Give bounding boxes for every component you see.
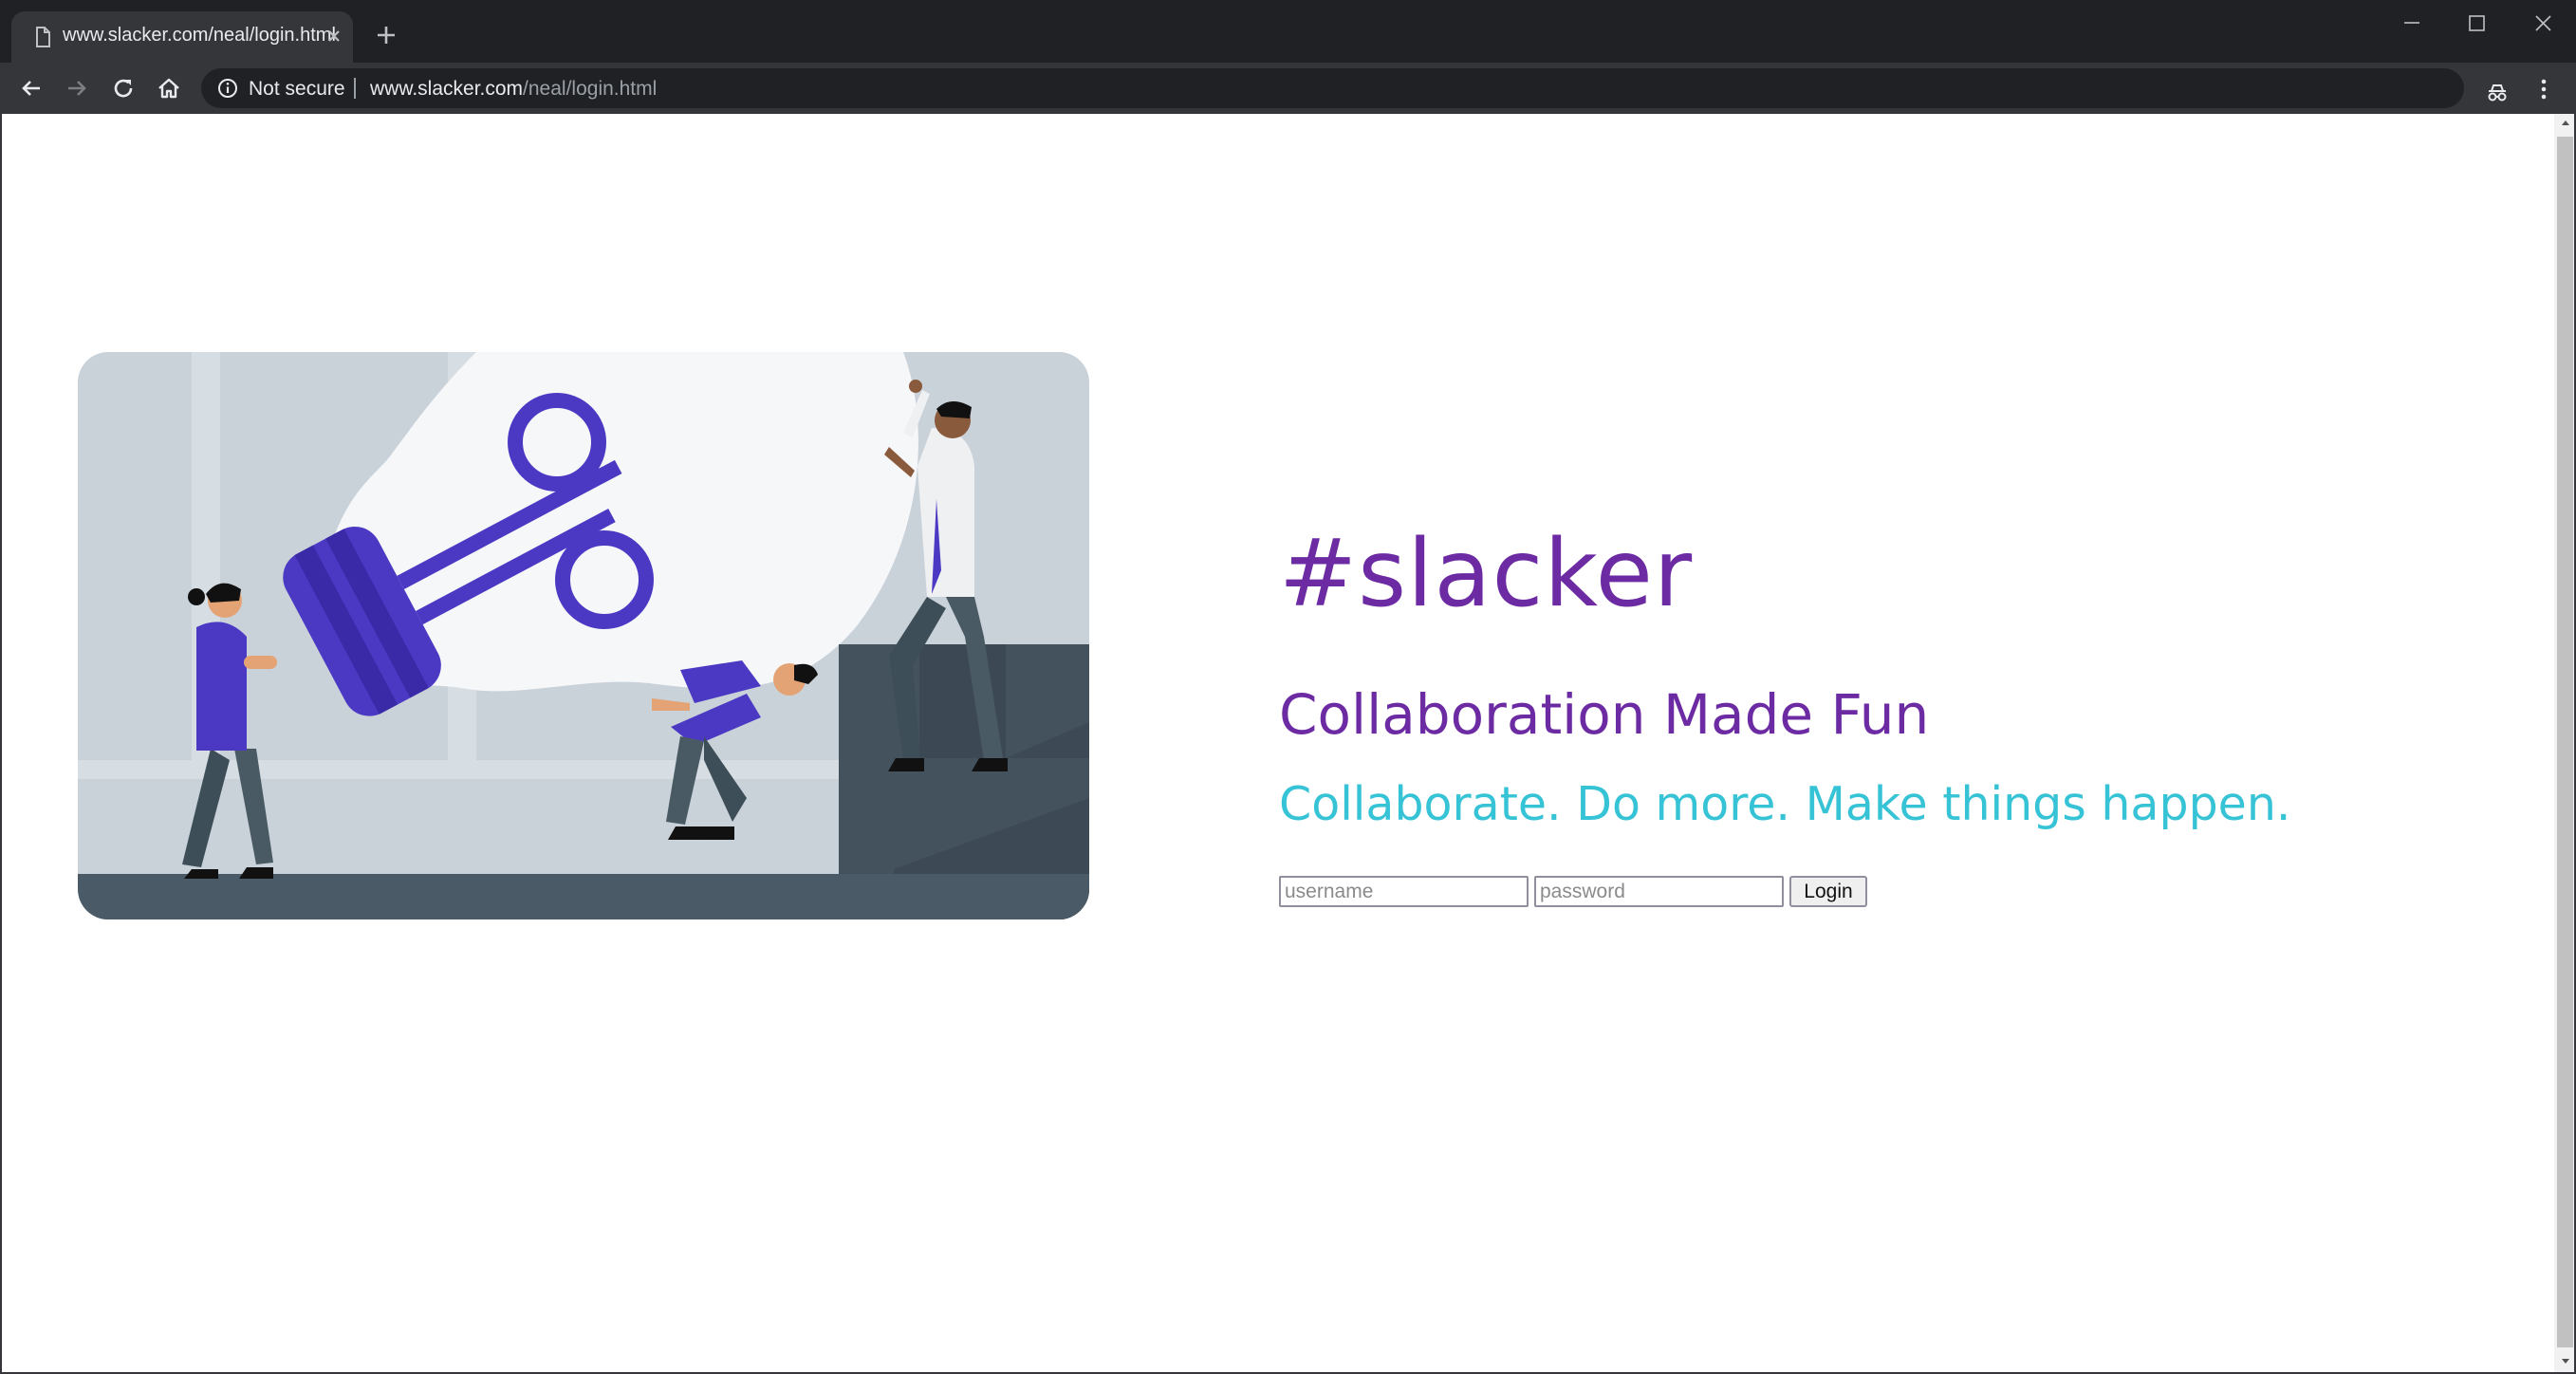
window-close-icon[interactable] bbox=[2524, 8, 2562, 42]
home-icon[interactable] bbox=[155, 74, 183, 102]
scroll-down-icon[interactable] bbox=[2560, 1355, 2571, 1366]
extension-icon[interactable] bbox=[2484, 80, 2511, 106]
login-button[interactable]: Login bbox=[1789, 876, 1867, 907]
tab-strip: www.slacker.com/neal/login.html bbox=[0, 0, 2576, 63]
maximize-icon[interactable] bbox=[2457, 8, 2495, 42]
url-text[interactable]: www.slacker.com/neal/login.html bbox=[370, 78, 657, 101]
close-icon[interactable] bbox=[321, 23, 347, 49]
plus-icon[interactable] bbox=[372, 21, 400, 49]
tab-title: www.slacker.com/neal/login.html bbox=[63, 25, 336, 46]
minimize-icon[interactable] bbox=[2393, 8, 2431, 42]
hero-illustration bbox=[78, 352, 1089, 919]
page-scrollbar[interactable] bbox=[2554, 114, 2574, 1372]
omnibox-separator bbox=[354, 78, 356, 99]
scrollbar-thumb[interactable] bbox=[2557, 137, 2573, 1347]
url-host: www.slacker.com bbox=[370, 78, 524, 100]
subline: Collaborate. Do more. Make things happen… bbox=[1279, 777, 2291, 831]
reload-icon[interactable] bbox=[109, 74, 138, 102]
kebab-menu-icon[interactable] bbox=[2531, 77, 2556, 102]
back-arrow-icon[interactable] bbox=[17, 74, 46, 102]
url-path: /neal/login.html bbox=[523, 78, 658, 100]
security-status[interactable]: Not secure bbox=[249, 78, 345, 101]
page-viewport: #slacker Collaboration Made Fun Collabor… bbox=[0, 114, 2576, 1374]
address-bar[interactable]: Not secure www.slacker.com/neal/login.ht… bbox=[201, 68, 2464, 108]
brand-title: #slacker bbox=[1279, 520, 1694, 628]
browser-toolbar: Not secure www.slacker.com/neal/login.ht… bbox=[0, 63, 2576, 114]
forward-arrow-icon[interactable] bbox=[63, 74, 91, 102]
page-icon bbox=[36, 27, 50, 47]
username-field[interactable] bbox=[1279, 876, 1529, 907]
scroll-up-icon[interactable] bbox=[2560, 118, 2571, 129]
password-field[interactable] bbox=[1534, 876, 1784, 907]
tagline: Collaboration Made Fun bbox=[1279, 682, 1930, 747]
info-icon[interactable] bbox=[216, 77, 239, 100]
browser-tab[interactable]: www.slacker.com/neal/login.html bbox=[11, 11, 353, 63]
